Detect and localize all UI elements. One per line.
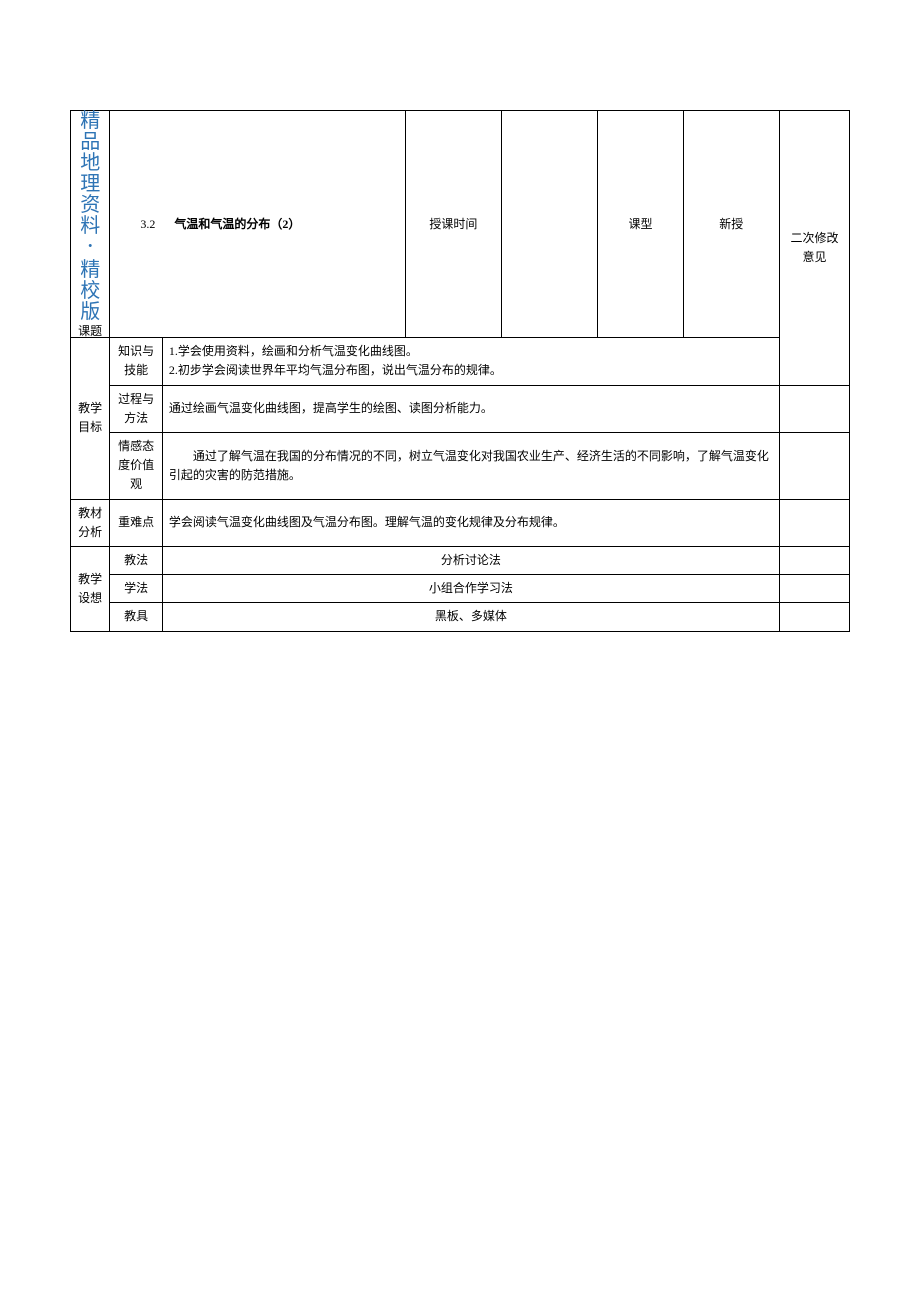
goals-row-2: 过程与方法 通过绘画气温变化曲线图，提高学生的绘图、读图分析能力。 xyxy=(71,385,850,432)
notes-empty-2 xyxy=(779,433,849,500)
brand-char-1: 精 xyxy=(80,110,100,132)
brand-cell: 精 品 地 理 资 料 ・ 精 校 版 课题 xyxy=(71,111,110,338)
time-value xyxy=(502,111,598,338)
design-label: 教学设想 xyxy=(71,546,110,631)
goals-sub2-content: 通过绘画气温变化曲线图，提高学生的绘图、读图分析能力。 xyxy=(162,385,779,432)
type-label: 课型 xyxy=(598,111,683,338)
header-row: 精 品 地 理 资 料 ・ 精 校 版 课题 3.2 气温和气温的分布（2） 授… xyxy=(71,111,850,338)
lesson-plan-table: 精 品 地 理 资 料 ・ 精 校 版 课题 3.2 气温和气温的分布（2） 授… xyxy=(70,110,850,632)
goals-sub1-line2: 2.初步学会阅读世界年平均气温分布图，说出气温分布的规律。 xyxy=(169,361,773,380)
goals-sub3-label: 情感态度价值观 xyxy=(110,433,163,500)
goals-sub1-label: 知识与技能 xyxy=(110,338,163,385)
brand-char-5: 资 xyxy=(80,194,100,216)
brand-char-9: 版 xyxy=(80,301,100,323)
lesson-title: 气温和气温的分布（2） xyxy=(174,217,300,231)
material-row: 教材分析 重难点 学会阅读气温变化曲线图及气温分布图。理解气温的变化规律及分布规… xyxy=(71,499,850,546)
section-number: 3.2 xyxy=(140,217,155,231)
notes-empty-1 xyxy=(779,385,849,432)
brand-char-8: 校 xyxy=(80,280,100,302)
design-sub2-label: 学法 xyxy=(110,575,163,603)
design-sub1-content: 分析讨论法 xyxy=(162,546,779,574)
time-label: 授课时间 xyxy=(405,111,501,338)
material-label: 教材分析 xyxy=(71,499,110,546)
type-value: 新授 xyxy=(683,111,779,338)
design-sub3-content: 黑板、多媒体 xyxy=(162,603,779,631)
title-cell: 3.2 气温和气温的分布（2） xyxy=(110,111,405,338)
notes-empty-5 xyxy=(779,575,849,603)
brand-char-4: 理 xyxy=(80,173,100,195)
design-sub1-label: 教法 xyxy=(110,546,163,574)
brand-dot: ・ xyxy=(71,241,109,256)
notes-label: 二次修改意见 xyxy=(779,111,849,386)
goals-row-1: 教学目标 知识与技能 1.学会使用资料，绘画和分析气温变化曲线图。 2.初步学会… xyxy=(71,338,850,385)
goals-sub1-line1: 1.学会使用资料，绘画和分析气温变化曲线图。 xyxy=(169,342,773,361)
brand-char-2: 品 xyxy=(80,131,100,153)
design-sub3-label: 教具 xyxy=(110,603,163,631)
goals-sub3-content: 通过了解气温在我国的分布情况的不同，树立气温变化对我国农业生产、经济生活的不同影… xyxy=(162,433,779,500)
goals-row-3: 情感态度价值观 通过了解气温在我国的分布情况的不同，树立气温变化对我国农业生产、… xyxy=(71,433,850,500)
notes-empty-6 xyxy=(779,603,849,631)
topic-label: 课题 xyxy=(71,325,109,338)
design-sub2-content: 小组合作学习法 xyxy=(162,575,779,603)
notes-empty-4 xyxy=(779,546,849,574)
material-sub-label: 重难点 xyxy=(110,499,163,546)
brand-char-3: 地 xyxy=(80,152,100,174)
material-content: 学会阅读气温变化曲线图及气温分布图。理解气温的变化规律及分布规律。 xyxy=(162,499,779,546)
design-row-2: 学法 小组合作学习法 xyxy=(71,575,850,603)
goals-label: 教学目标 xyxy=(71,338,110,499)
design-row-1: 教学设想 教法 分析讨论法 xyxy=(71,546,850,574)
brand-char-6: 料 xyxy=(80,215,100,237)
goals-sub2-label: 过程与方法 xyxy=(110,385,163,432)
design-row-3: 教具 黑板、多媒体 xyxy=(71,603,850,631)
notes-empty-3 xyxy=(779,499,849,546)
brand-char-7: 精 xyxy=(80,259,100,281)
goals-sub1-content: 1.学会使用资料，绘画和分析气温变化曲线图。 2.初步学会阅读世界年平均气温分布… xyxy=(162,338,779,385)
